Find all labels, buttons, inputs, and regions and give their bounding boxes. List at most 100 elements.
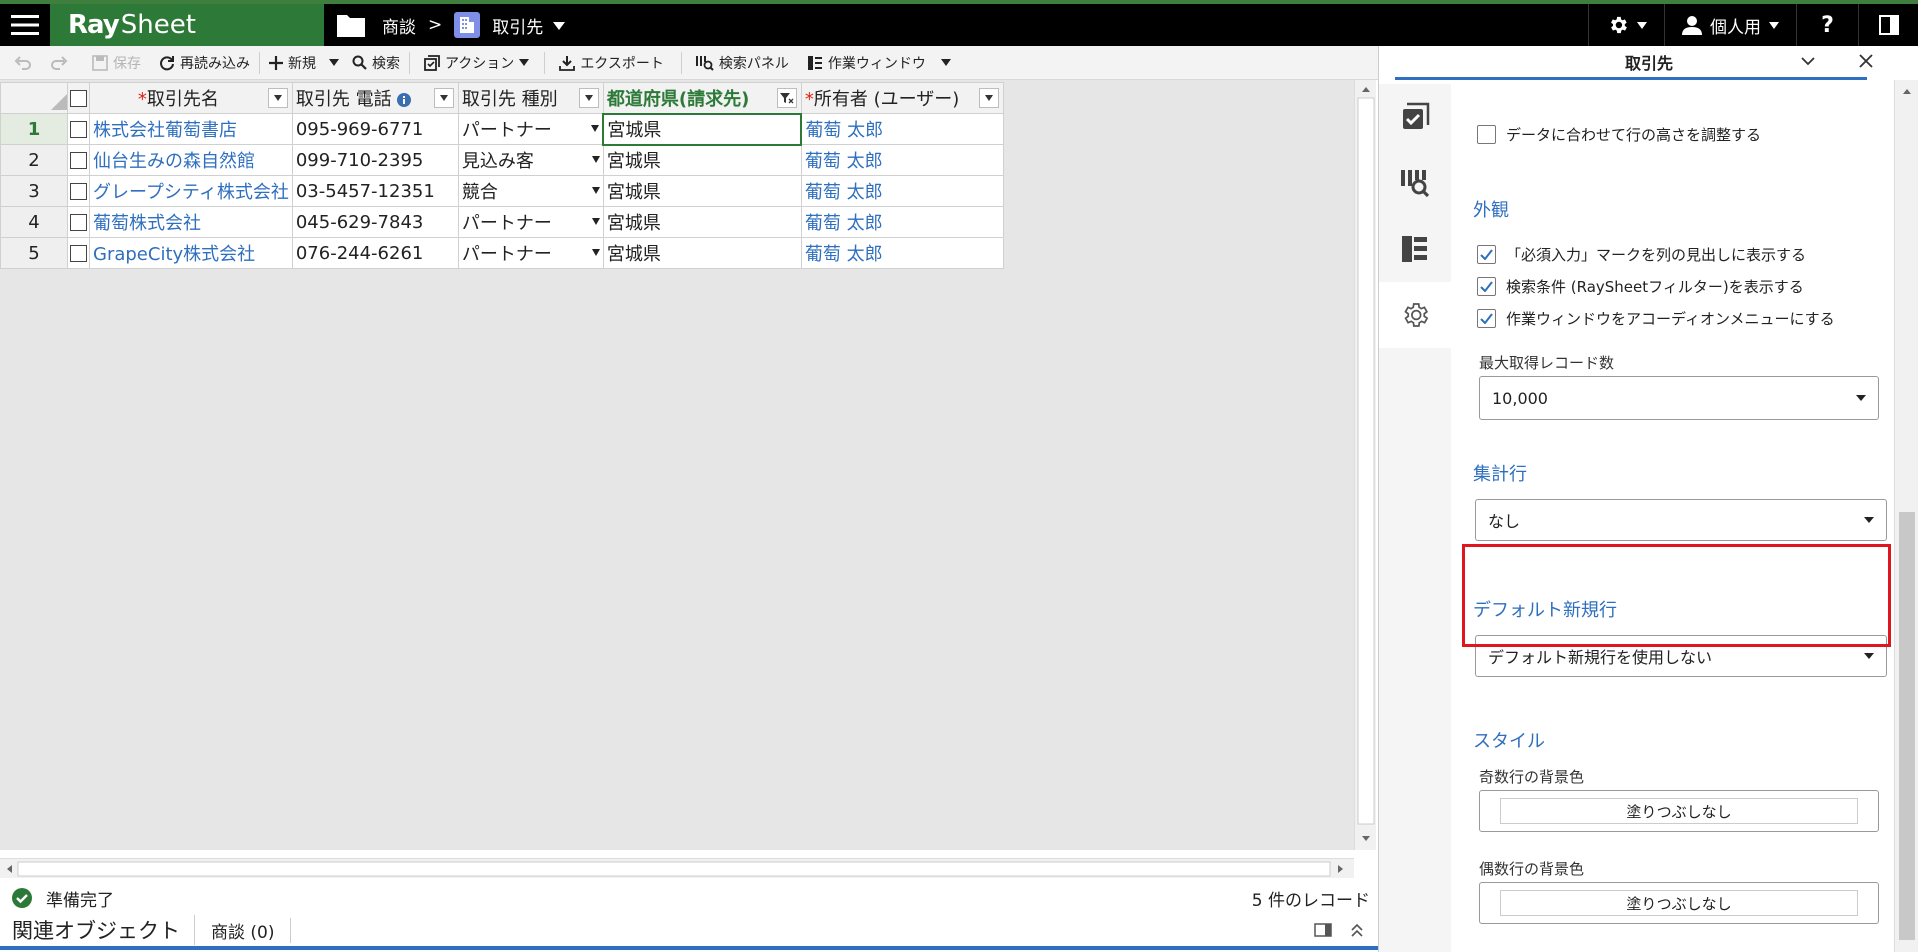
cell-phone[interactable]: 095-969-6771 — [291, 113, 459, 145]
row-checkbox[interactable] — [67, 144, 90, 176]
cell-owner[interactable]: 葡萄 太郎 — [800, 237, 1004, 269]
cell-prefecture[interactable]: 宮城県 — [602, 144, 802, 176]
cell-account-name[interactable]: 葡萄株式会社 — [89, 206, 293, 238]
row-checkbox[interactable] — [67, 175, 90, 207]
option-adjust-row-height[interactable]: データに合わせて行の高さを調整する — [1477, 124, 1761, 145]
new-button[interactable]: 新規 — [260, 46, 325, 80]
column-filter-dropdown-icon[interactable] — [978, 88, 999, 108]
cell-phone[interactable]: 076-244-6261 — [291, 237, 459, 269]
row-checkbox[interactable] — [67, 206, 90, 238]
row-number[interactable]: 5 — [0, 237, 68, 269]
close-icon[interactable] — [1857, 52, 1875, 70]
option-required-mark[interactable]: 「必須入力」マークを列の見出しに表示する — [1477, 244, 1806, 265]
search-button[interactable]: 検索 — [343, 46, 409, 80]
cell-type[interactable]: 競合 — [457, 175, 604, 207]
summary-row-value: なし — [1488, 512, 1521, 531]
select-all-checkbox[interactable] — [67, 82, 90, 114]
work-window-button[interactable]: 作業ウィンドウ — [798, 46, 935, 80]
checkbox-checked-icon[interactable] — [1477, 309, 1496, 328]
tab-search-panel[interactable] — [1379, 150, 1451, 216]
row-number[interactable]: 1 — [0, 113, 68, 145]
cell-owner[interactable]: 葡萄 太郎 — [800, 206, 1004, 238]
checkbox-checked-icon[interactable] — [1477, 245, 1496, 264]
filter-active-icon[interactable] — [776, 88, 797, 108]
settings-menu-button[interactable] — [1588, 4, 1664, 46]
cell-prefecture[interactable]: 宮城県 — [602, 206, 802, 238]
cell-owner[interactable]: 葡萄 太郎 — [800, 175, 1004, 207]
max-records-select[interactable]: 10,000 — [1479, 376, 1879, 420]
cell-owner[interactable]: 葡萄 太郎 — [800, 144, 1004, 176]
grid-vertical-scrollbar[interactable] — [1354, 80, 1376, 850]
even-row-bg-color-picker[interactable]: 塗りつぶしなし — [1479, 882, 1879, 924]
cell-phone[interactable]: 099-710-2395 — [291, 144, 459, 176]
action-menu-button[interactable]: アクション — [410, 46, 538, 80]
option-accordion-menu[interactable]: 作業ウィンドウをアコーディオンメニューにする — [1477, 308, 1835, 329]
cell-dropdown-icon[interactable] — [591, 125, 600, 132]
cell-dropdown-icon[interactable] — [591, 187, 600, 194]
tab-actions[interactable] — [1379, 84, 1451, 150]
work-window-dropdown-button[interactable] — [935, 46, 957, 80]
option-label: データに合わせて行の高さを調整する — [1506, 126, 1762, 144]
breadcrumb-item-deals[interactable]: 商談 — [382, 13, 416, 38]
user-menu-button[interactable]: 個人用 — [1664, 4, 1796, 46]
cell-type[interactable]: パートナー — [457, 237, 604, 269]
window-toggle-button[interactable] — [1858, 4, 1918, 46]
checkbox-checked-icon[interactable] — [1477, 277, 1496, 296]
cell-prefecture[interactable]: 宮城県 — [602, 237, 802, 269]
column-header-account-name[interactable]: *取引先名 — [89, 82, 293, 114]
breadcrumb-item-accounts[interactable]: 取引先 — [492, 13, 543, 38]
undo-button[interactable] — [0, 46, 41, 80]
row-number[interactable]: 3 — [0, 175, 68, 207]
cell-phone[interactable]: 03-5457-12351 — [291, 175, 459, 207]
cell-dropdown-icon[interactable] — [591, 156, 600, 163]
cell-type[interactable]: パートナー — [457, 113, 604, 145]
cell-owner[interactable]: 葡萄 太郎 — [800, 113, 1004, 145]
hamburger-menu-icon[interactable] — [0, 4, 50, 46]
column-header-phone[interactable]: 取引先 電話 — [291, 82, 459, 114]
cell-prefecture-selected[interactable]: 宮城県 — [602, 112, 803, 146]
export-button[interactable]: エクスポート — [545, 46, 673, 80]
panel-toggle-icon[interactable] — [1314, 923, 1332, 937]
redo-button[interactable] — [41, 46, 77, 80]
column-filter-dropdown-icon[interactable] — [267, 88, 288, 108]
cell-dropdown-icon[interactable] — [591, 249, 600, 256]
cell-account-name[interactable]: 仙台生みの森自然館 — [89, 144, 293, 176]
cell-dropdown-icon[interactable] — [591, 218, 600, 225]
panel-vertical-scrollbar[interactable] — [1894, 80, 1918, 952]
row-checkbox[interactable] — [67, 113, 90, 145]
row-number[interactable]: 2 — [0, 144, 68, 176]
search-panel-button[interactable]: 検索パネル — [682, 46, 798, 80]
save-button[interactable]: 保存 — [83, 46, 150, 80]
info-icon[interactable] — [397, 93, 412, 107]
help-button[interactable]: ? — [1796, 4, 1858, 46]
collapse-up-icon[interactable] — [1350, 923, 1364, 937]
cell-type[interactable]: 見込み客 — [457, 144, 604, 176]
reload-button[interactable]: 再読み込み — [150, 46, 259, 80]
cell-account-name[interactable]: グレープシティ株式会社 — [89, 175, 293, 207]
cell-account-name[interactable]: GrapeCity株式会社 — [89, 237, 293, 269]
tab-work-window[interactable] — [1379, 216, 1451, 282]
new-dropdown-button[interactable] — [325, 46, 343, 80]
cell-type[interactable]: パートナー — [457, 206, 604, 238]
column-header-type[interactable]: 取引先 種別 — [457, 82, 604, 114]
grid-horizontal-scrollbar[interactable] — [0, 858, 1354, 878]
row-checkbox[interactable] — [67, 237, 90, 269]
row-number[interactable]: 4 — [0, 206, 68, 238]
column-filter-dropdown-icon[interactable] — [433, 88, 454, 108]
cell-phone[interactable]: 045-629-7843 — [291, 206, 459, 238]
chevron-down-icon[interactable] — [1799, 52, 1817, 70]
option-search-condition[interactable]: 検索条件 (RaySheetフィルター)を表示する — [1477, 276, 1804, 297]
odd-row-bg-color-picker[interactable]: 塗りつぶしなし — [1479, 790, 1879, 832]
column-header-prefecture[interactable]: 都道府県(請求先) — [602, 82, 802, 114]
cell-account-name[interactable]: 株式会社葡萄書店 — [89, 113, 293, 145]
select-all-corner[interactable] — [0, 82, 68, 114]
tab-settings[interactable] — [1379, 282, 1451, 348]
app-logo[interactable]: Ray Sheet — [50, 4, 324, 46]
column-header-owner[interactable]: *所有者 (ユーザー) — [800, 82, 1004, 114]
checkbox-unchecked[interactable] — [1477, 125, 1496, 144]
cell-prefecture[interactable]: 宮城県 — [602, 175, 802, 207]
related-tab-deals[interactable]: 商談 (0) — [195, 917, 292, 943]
breadcrumb-dropdown-icon[interactable] — [553, 15, 566, 35]
summary-row-select[interactable]: なし — [1475, 499, 1887, 541]
column-filter-dropdown-icon[interactable] — [578, 88, 599, 108]
